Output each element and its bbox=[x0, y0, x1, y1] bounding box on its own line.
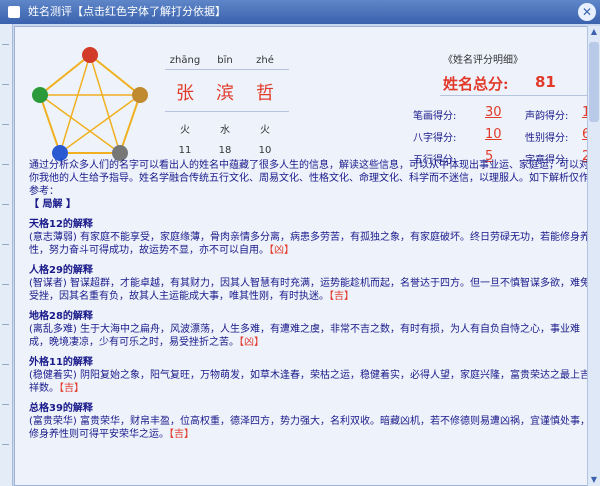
divider bbox=[440, 95, 590, 96]
element-1: 火 bbox=[180, 125, 190, 136]
phonetic-score-label: 声韵得分: bbox=[525, 111, 569, 122]
section-text: (富贵荣华) 富贵荣华，财帛丰盈，位高权重，德泽四方，势力强大，名利双收。暗藏凶… bbox=[29, 416, 590, 440]
left-ruler bbox=[0, 24, 13, 486]
bazi-score-value[interactable]: 10 bbox=[485, 127, 502, 142]
pinyin-3: zhé bbox=[256, 55, 274, 66]
scroll-down-icon[interactable]: ▼ bbox=[588, 474, 600, 486]
scroll-up-icon[interactable]: ▲ bbox=[588, 26, 600, 38]
stroke-1: 11 bbox=[178, 145, 192, 156]
element-2: 水 bbox=[220, 125, 230, 136]
section-title: 外格11的解释 bbox=[29, 357, 93, 368]
pinyin-2: bīn bbox=[217, 55, 233, 66]
stroke-3: 10 bbox=[258, 145, 272, 156]
divider bbox=[165, 69, 289, 70]
pinyin-1: zhāng bbox=[169, 55, 201, 66]
luck-badge: 【凶】 bbox=[269, 245, 294, 256]
section-renge: 人格29的解释 (智谋者) 智谋超群，才能卓越，有其财力，因其人智慧有时充满，运… bbox=[29, 264, 595, 303]
earth-node-icon bbox=[132, 87, 148, 103]
five-elements-diagram bbox=[32, 47, 148, 161]
total-score-label: 姓名总分: bbox=[443, 75, 509, 93]
section-title: 地格28的解释 bbox=[29, 311, 93, 322]
wood-node-icon bbox=[32, 87, 48, 103]
stroke-score-value[interactable]: 30 bbox=[485, 105, 502, 120]
section-title: 人格29的解释 bbox=[29, 265, 93, 276]
luck-badge: 【凶】 bbox=[239, 337, 264, 348]
char-1[interactable]: 张 bbox=[165, 79, 205, 105]
stroke-score-label: 笔画得分: bbox=[413, 111, 457, 122]
vertical-scrollbar[interactable]: ▲ ▼ bbox=[587, 26, 600, 486]
luck-badge: 【吉】 bbox=[169, 429, 194, 440]
section-text: (离乱多难) 生于大海中之扁舟，风波漂荡，人生多难，有遭难之虞，非常不吉之数，有… bbox=[29, 324, 580, 348]
section-text: (稳健着实) 阴阳复始之象，阳气复旺，万物萌发，如草木逢春，荣枯之运，稳健着实，… bbox=[29, 370, 590, 394]
section-header: 【 局解 】 bbox=[29, 199, 76, 210]
section-tiange: 天格12的解释 (意志薄弱) 有家庭不能享受，家庭缘薄，骨肉亲情多分离，病患多劳… bbox=[29, 218, 595, 257]
stroke-2: 18 bbox=[218, 145, 232, 156]
luck-badge: 【吉】 bbox=[59, 383, 84, 394]
section-dige: 地格28的解释 (离乱多难) 生于大海中之扁舟，风波漂荡，人生多难，有遭难之虞，… bbox=[29, 310, 595, 349]
section-zongge: 总格39的解释 (富贵荣华) 富贵荣华，财帛丰盈，位高权重，德泽四方，势力强大，… bbox=[29, 402, 595, 441]
char-2[interactable]: 滨 bbox=[205, 79, 245, 105]
score-header: 《姓名评分明细》 bbox=[443, 55, 523, 66]
section-waige: 外格11的解释 (稳健着实) 阴阳复始之象，阳气复旺，万物萌发，如草木逢春，荣枯… bbox=[29, 356, 595, 395]
close-icon[interactable]: ✕ bbox=[578, 3, 596, 21]
divider bbox=[165, 111, 289, 112]
element-3: 火 bbox=[260, 125, 270, 136]
main-panel: zhāng bīn zhé 张 滨 哲 火 水 火 11 18 10 《姓名评分… bbox=[14, 26, 599, 486]
stroke-row: 11 18 10 bbox=[165, 145, 285, 156]
section-text: (意志薄弱) 有家庭不能享受，家庭缘薄，骨肉亲情多分离，病患多劳苦，有孤独之象，… bbox=[29, 232, 590, 256]
intro-paragraph: 通过分析众多人们的名字可以看出人的姓名中蕴藏了很多人生的信息，解读这些信息，可以… bbox=[29, 160, 589, 197]
section-title: 总格39的解释 bbox=[29, 403, 93, 414]
section-text: (智谋者) 智谋超群，才能卓越，有其财力，因其人智慧有时充满，运势能趁机而起，名… bbox=[29, 278, 590, 302]
pinyin-row: zhāng bīn zhé bbox=[165, 55, 285, 66]
total-score-value: 81 bbox=[535, 73, 556, 91]
fire-node-icon bbox=[82, 47, 98, 63]
app-icon bbox=[8, 6, 20, 18]
window-title: 姓名测评【点击红色字体了解打分依据】 bbox=[28, 5, 226, 18]
char-3[interactable]: 哲 bbox=[245, 79, 285, 105]
window-titlebar: 姓名测评【点击红色字体了解打分依据】 ✕ bbox=[0, 0, 600, 24]
section-title: 天格12的解释 bbox=[29, 219, 93, 230]
name-characters: 张 滨 哲 bbox=[165, 79, 285, 105]
luck-badge: 【吉】 bbox=[329, 291, 354, 302]
element-row: 火 水 火 bbox=[165, 121, 285, 136]
scroll-thumb[interactable] bbox=[589, 42, 599, 122]
analysis-text: 通过分析众多人们的名字可以看出人的姓名中蕴藏了很多人生的信息，解读这些信息，可以… bbox=[29, 159, 595, 483]
bazi-score-label: 八字得分: bbox=[413, 133, 457, 144]
gender-score-label: 性别得分: bbox=[525, 133, 569, 144]
